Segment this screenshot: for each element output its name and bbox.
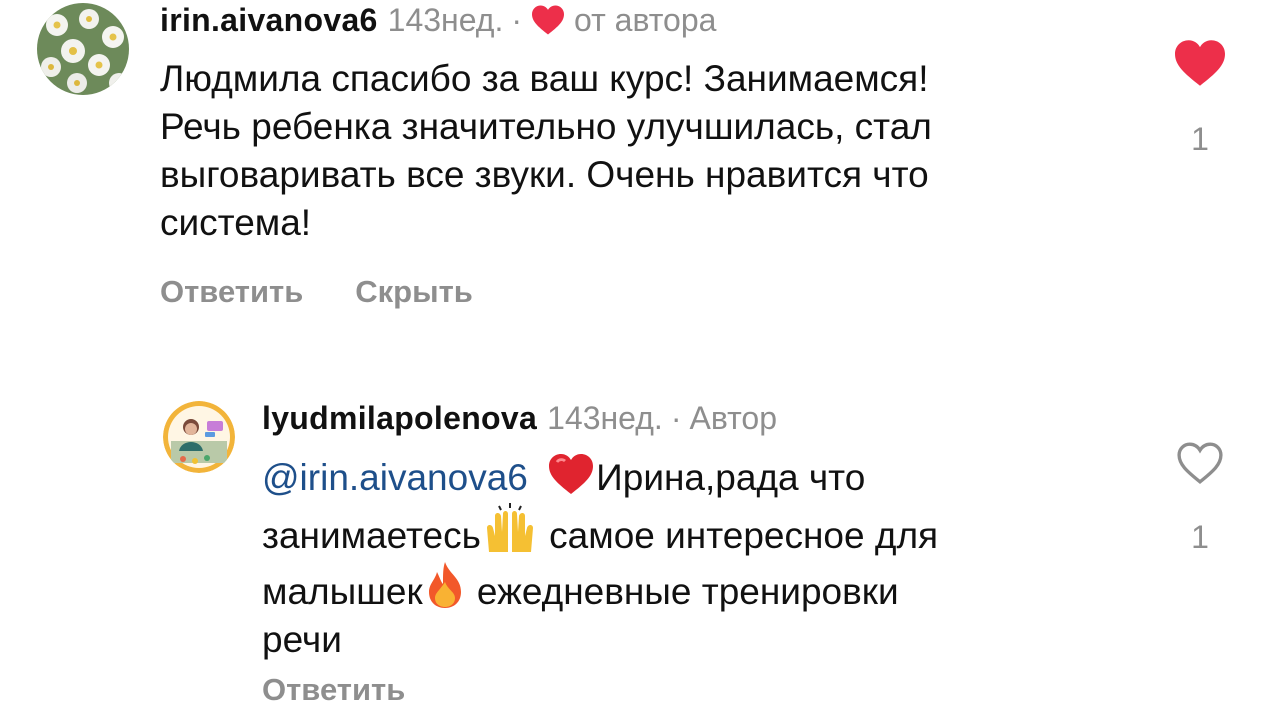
comment-header: irin.aivanova6 143нед. · от автора [160,0,716,40]
red-heart-emoji [549,454,594,494]
comment-text-segment: малышек [262,571,423,612]
comment-text-line: система! [160,202,312,243]
comment-text-line: малышек ежедневные тренировки [262,560,1122,616]
author-badge: Автор [689,399,777,436]
heart-icon[interactable] [1172,38,1228,88]
heart-icon [532,5,565,35]
comment-username[interactable]: irin.aivanova6 [160,2,378,39]
comment-timestamp: 143нед. [547,399,663,436]
hide-button[interactable]: Скрыть [355,274,473,310]
teacher-photo-avatar [163,401,235,473]
fire-emoji [428,562,461,608]
separator-dot: · [670,399,682,436]
comment-text-segment: ежедневные тренировки [466,571,899,612]
avatar[interactable] [37,3,129,95]
reply-button[interactable]: Ответить [262,672,405,708]
comment-timestamp: 143нед. [387,1,504,38]
mention-link[interactable]: @irin.aivanova6 [262,457,528,498]
like-column: 1 [1170,38,1230,158]
comment-actions: Ответить [262,672,405,708]
avatar[interactable] [163,401,235,473]
comment-text-segment: занимаетесь [262,515,481,556]
comment-username[interactable]: lyudmilapolenova [262,400,537,437]
like-column: 1 [1170,440,1230,556]
comment-text-segment: Ирина,рада что [596,457,866,498]
raising-hands-emoji [486,503,533,552]
author-like-label: от автора [574,1,717,38]
comment-text: Людмила спасибо за ваш курс! Занимаемся!… [160,55,1120,247]
comment-text-line: выговаривать все звуки. Очень нравится ч… [160,154,929,195]
like-count: 1 [1191,121,1209,157]
comment-text-line: речи [262,619,342,660]
like-count: 1 [1191,519,1209,555]
comment-text: @irin.aivanova6 Ирина,рада что занимаете… [262,452,1122,664]
liked-by-author: от автора [530,2,716,39]
daisy-photo-avatar [37,3,129,95]
reply-button[interactable]: Ответить [160,274,303,310]
comment-actions: Ответить Скрыть [160,274,473,310]
comment-header: lyudmilapolenova 143нед. · Автор [262,398,777,438]
comment-text-segment: самое интересное для [538,515,939,556]
comments-thread: irin.aivanova6 143нед. · от автора Людми… [0,0,1284,722]
comment-text-line: Людмила спасибо за ваш курс! Занимаемся! [160,58,929,99]
comment-text-line: Речь ребенка значительно улучшилась, ста… [160,106,932,147]
heart-outline-icon[interactable] [1174,440,1226,486]
comment-text-line: занимаетесь самое интересное для [262,502,1122,560]
separator-dot: · [511,1,523,38]
comment-text-line: @irin.aivanova6 Ирина,рада что [262,452,1122,502]
